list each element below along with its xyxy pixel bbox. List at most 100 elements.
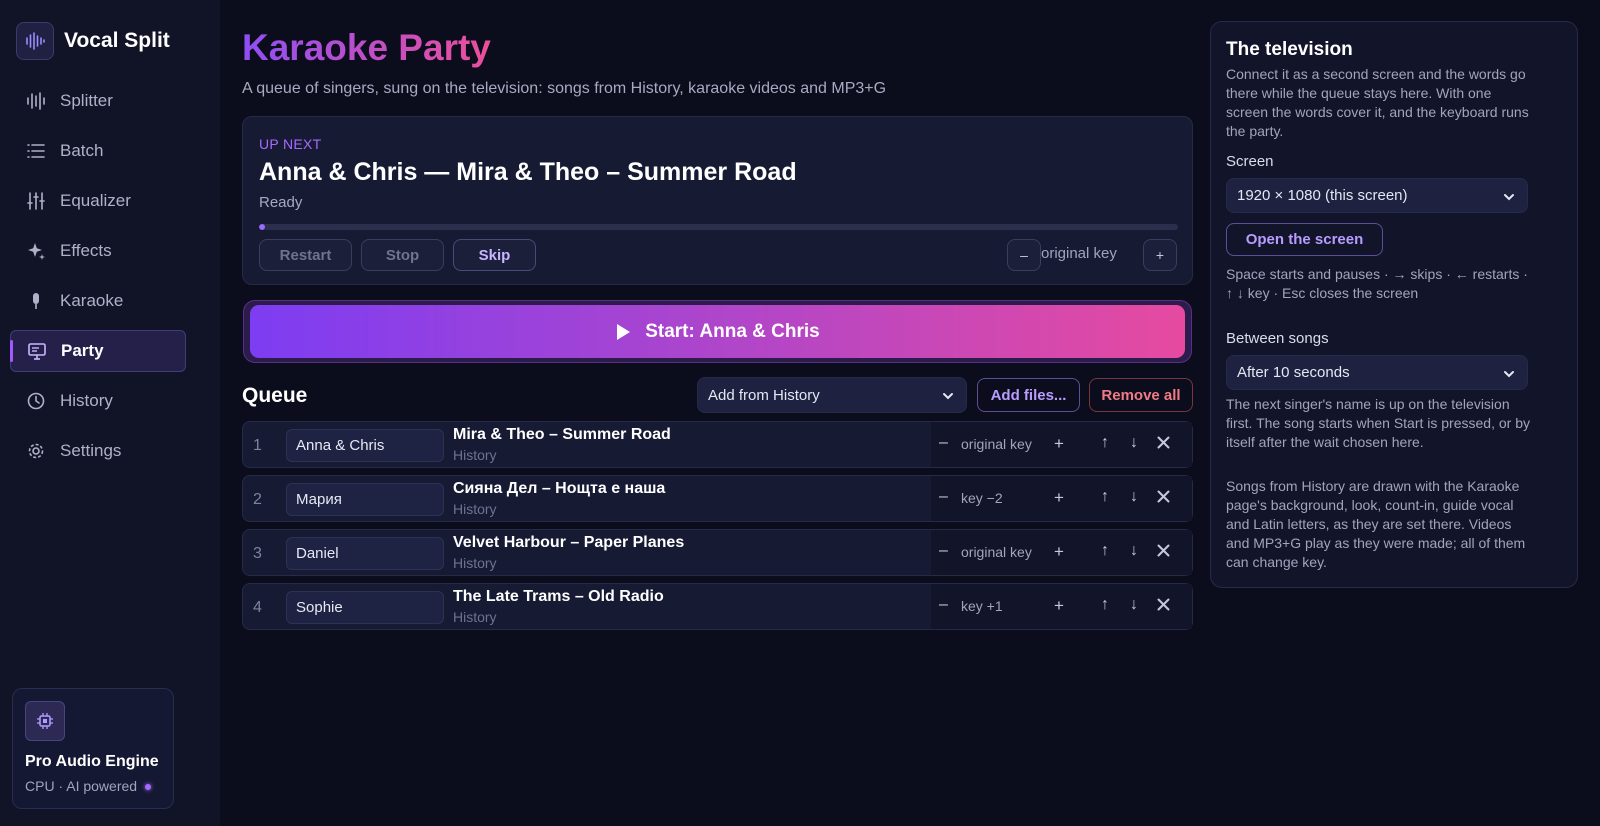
- singer-input[interactable]: Мария: [286, 483, 444, 516]
- sidebar-item-batch[interactable]: Batch: [10, 130, 186, 172]
- sidebar-item-label: Effects: [60, 241, 112, 260]
- sidebar-item-label: History: [60, 391, 113, 410]
- move-up-button[interactable]: ↑: [1101, 542, 1109, 560]
- restart-button[interactable]: Restart: [259, 239, 352, 271]
- page-title: Karaoke Party: [242, 27, 491, 68]
- queue-number: 2: [253, 491, 262, 508]
- key-down-button[interactable]: –: [939, 488, 948, 506]
- move-up-button[interactable]: ↑: [1101, 596, 1109, 614]
- status-dot: [145, 784, 152, 791]
- row-key-label: original key: [961, 544, 1032, 560]
- list-icon: [26, 141, 46, 161]
- song-source: History: [453, 555, 497, 571]
- sidebar-item-label: Equalizer: [60, 191, 131, 210]
- chevron-down-icon: [1503, 367, 1515, 384]
- waveform-icon: [26, 91, 46, 111]
- chip-icon: [25, 701, 65, 741]
- move-down-button[interactable]: ↓: [1130, 488, 1138, 506]
- queue-number: 4: [253, 599, 262, 616]
- add-files-button[interactable]: Add files...: [977, 378, 1080, 412]
- key-up-button[interactable]: +: [1054, 488, 1064, 508]
- add-from-select[interactable]: Add from History: [697, 377, 967, 413]
- close-icon[interactable]: [1157, 490, 1170, 503]
- row-controls: – original key + ↑ ↓: [931, 422, 1192, 467]
- singer-input[interactable]: Sophie: [286, 591, 444, 624]
- sidebar-item-equalizer[interactable]: Equalizer: [10, 180, 186, 222]
- move-up-button[interactable]: ↑: [1101, 434, 1109, 452]
- play-icon: [615, 323, 631, 341]
- close-icon[interactable]: [1157, 436, 1170, 449]
- close-icon[interactable]: [1157, 598, 1170, 611]
- key-up-button[interactable]: +: [1054, 542, 1064, 562]
- sidebar-item-settings[interactable]: Settings: [10, 430, 186, 472]
- close-icon[interactable]: [1157, 544, 1170, 557]
- queue-row: 1 Anna & Chris Mira & Theo – Summer Road…: [242, 421, 1193, 468]
- up-next-label: UP NEXT: [259, 136, 322, 152]
- sidebar-item-splitter[interactable]: Splitter: [10, 80, 186, 122]
- between-songs-value: After 10 seconds: [1237, 364, 1350, 381]
- television-panel: The television Connect it as a second sc…: [1210, 21, 1578, 588]
- microphone-icon: [26, 291, 46, 311]
- waveform-logo-icon: [16, 22, 54, 60]
- open-screen-button[interactable]: Open the screen: [1226, 223, 1383, 256]
- queue-number: 3: [253, 545, 262, 562]
- song-title: Velvet Harbour – Paper Planes: [453, 534, 685, 551]
- move-down-button[interactable]: ↓: [1130, 542, 1138, 560]
- up-next-card: UP NEXT Anna & Chris — Mira & Theo – Sum…: [242, 116, 1193, 285]
- between-songs-label: Between songs: [1226, 330, 1329, 347]
- chevron-down-icon: [1503, 190, 1515, 207]
- song-title: Mira & Theo – Summer Road: [453, 426, 671, 443]
- key-down-button[interactable]: –: [939, 434, 948, 452]
- row-key-label: key +1: [961, 598, 1003, 614]
- song-title: Сияна Дел – Нощта е наша: [453, 480, 666, 497]
- progress-bar[interactable]: [259, 224, 1178, 230]
- gear-icon: [26, 441, 46, 461]
- key-down-button[interactable]: –: [1007, 239, 1041, 271]
- row-key-label: original key: [961, 436, 1032, 452]
- chevron-down-icon: [942, 389, 954, 406]
- brand[interactable]: Vocal Split: [16, 22, 170, 60]
- key-label: original key: [1041, 245, 1117, 262]
- monitor-icon: [27, 341, 47, 361]
- row-key-label: key −2: [961, 490, 1003, 506]
- tv-intro: Connect it as a second screen and the wo…: [1226, 66, 1529, 139]
- sidebar-item-history[interactable]: History: [10, 380, 186, 422]
- sidebar-item-label: Party: [61, 341, 104, 360]
- song-source: History: [453, 447, 497, 463]
- stop-button[interactable]: Stop: [361, 239, 444, 271]
- key-down-button[interactable]: –: [939, 596, 948, 614]
- queue-number: 1: [253, 437, 262, 454]
- singer-input[interactable]: Daniel: [286, 537, 444, 570]
- add-from-value: Add from History: [708, 386, 820, 404]
- sidebar-nav: Splitter Batch Equalizer Effects Karaoke: [10, 80, 186, 480]
- remove-all-button[interactable]: Remove all: [1089, 378, 1193, 412]
- sidebar-item-effects[interactable]: Effects: [10, 230, 186, 272]
- engine-subtitle: CPU · AI powered: [25, 778, 152, 794]
- skip-button[interactable]: Skip: [453, 239, 536, 271]
- sidebar-item-karaoke[interactable]: Karaoke: [10, 280, 186, 322]
- move-up-button[interactable]: ↑: [1101, 488, 1109, 506]
- screen-label: Screen: [1226, 153, 1274, 170]
- history-note: Songs from History are drawn with the Ka…: [1226, 478, 1526, 570]
- start-button[interactable]: Start: Anna & Chris: [250, 305, 1185, 358]
- song-source: History: [453, 501, 497, 517]
- key-up-button[interactable]: +: [1143, 239, 1177, 271]
- engine-title: Pro Audio Engine: [25, 753, 159, 770]
- queue-row: 4 Sophie The Late Trams – Old Radio Hist…: [242, 583, 1193, 630]
- key-down-button[interactable]: –: [939, 542, 948, 560]
- up-next-status: Ready: [259, 194, 303, 211]
- singer-input[interactable]: Anna & Chris: [286, 429, 444, 462]
- screen-select[interactable]: 1920 × 1080 (this screen): [1226, 178, 1528, 213]
- sidebar-item-party[interactable]: Party: [10, 330, 186, 372]
- queue-list: 1 Anna & Chris Mira & Theo – Summer Road…: [242, 421, 1193, 637]
- sidebar: Vocal Split Splitter Batch Equalizer Eff…: [0, 0, 220, 826]
- up-next-title: Anna & Chris — Mira & Theo – Summer Road: [259, 158, 797, 186]
- song-source: History: [453, 609, 497, 625]
- queue-title: Queue: [242, 384, 308, 407]
- move-down-button[interactable]: ↓: [1130, 596, 1138, 614]
- key-up-button[interactable]: +: [1054, 434, 1064, 454]
- sidebar-item-label: Karaoke: [60, 291, 124, 310]
- move-down-button[interactable]: ↓: [1130, 434, 1138, 452]
- between-songs-select[interactable]: After 10 seconds: [1226, 355, 1528, 390]
- key-up-button[interactable]: +: [1054, 596, 1064, 616]
